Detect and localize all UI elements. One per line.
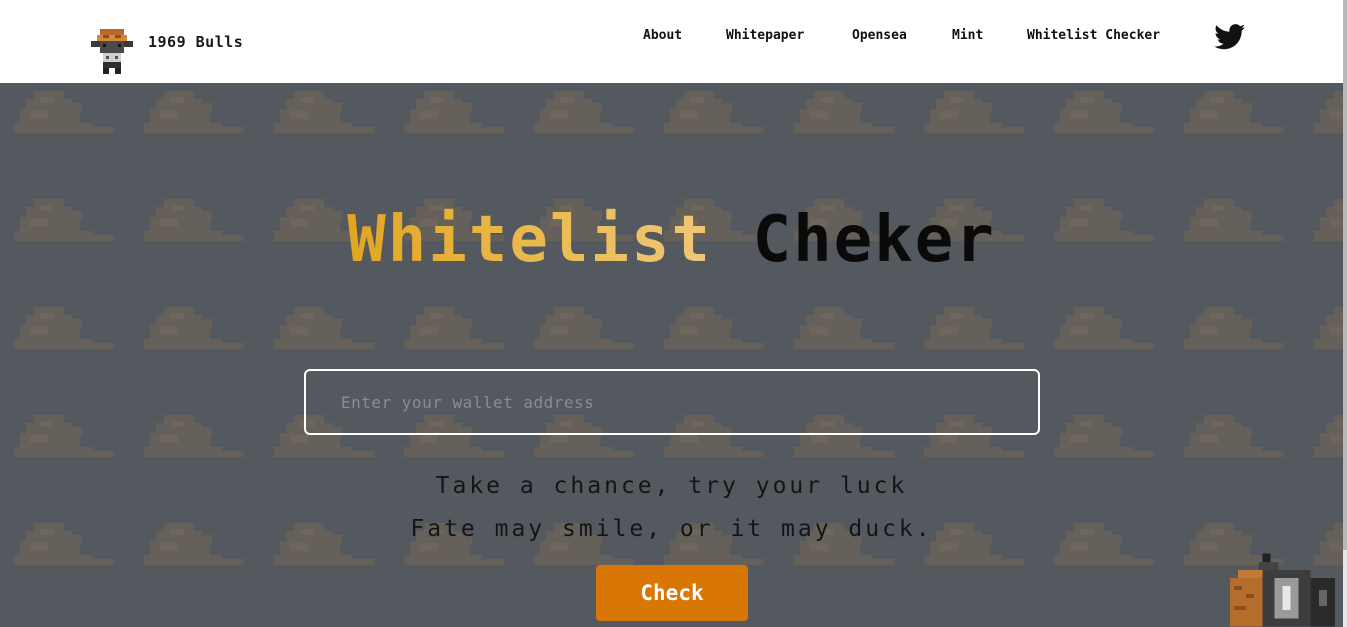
nav-mint[interactable]: Mint	[952, 28, 983, 43]
scrollbar[interactable]	[1343, 0, 1347, 627]
page-title: Whitelist Cheker	[0, 203, 1343, 277]
twitter-icon[interactable]	[1214, 24, 1246, 50]
tagline-line-2: Fate may smile, or it may duck.	[410, 516, 933, 542]
title-highlight: Whitelist	[347, 203, 713, 277]
hero-overlay	[0, 83, 1343, 627]
hero: Whitelist Cheker Take a chance, try your…	[0, 83, 1343, 627]
nav-whitelist-checker[interactable]: Whitelist Checker	[1027, 28, 1160, 43]
title-rest: Cheker	[752, 203, 996, 277]
scrollbar-thumb[interactable]	[1343, 0, 1347, 550]
bull-logo-icon	[91, 29, 133, 74]
brand[interactable]: 1969 Bulls	[88, 26, 243, 74]
navbar: 1969 Bulls About Whitepaper Opensea Mint…	[0, 0, 1343, 83]
nav-about[interactable]: About	[643, 28, 682, 43]
nav-whitepaper[interactable]: Whitepaper	[726, 28, 804, 43]
tagline-line-1: Take a chance, try your luck	[435, 473, 908, 499]
wallet-address-input[interactable]	[304, 369, 1040, 435]
nav-opensea[interactable]: Opensea	[852, 28, 907, 43]
bull-sprite-icon	[1230, 553, 1335, 627]
check-button[interactable]: Check	[596, 565, 748, 621]
brand-name: 1969 Bulls	[148, 33, 244, 51]
